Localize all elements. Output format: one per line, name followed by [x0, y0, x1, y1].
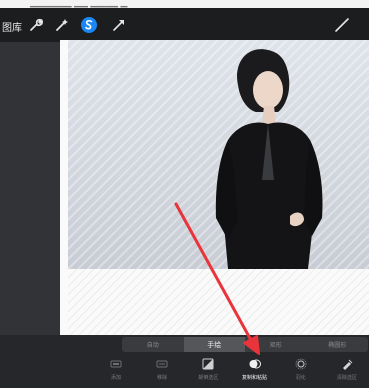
tab-ellipse[interactable]: 椭圆形	[307, 337, 369, 352]
clear-icon	[342, 359, 353, 370]
tab-auto[interactable]: 自动	[122, 337, 184, 352]
magic-wand-icon[interactable]	[53, 16, 71, 34]
brush-icon[interactable]	[333, 16, 351, 34]
selection-toolbar: 自动 手绘 矩形 椭圆形 添加 移除 颠倒选区 复制和粘贴 羽化 清除选区	[0, 335, 369, 388]
remove-button[interactable]: 移除	[140, 355, 184, 388]
tab-freehand[interactable]: 手绘	[183, 337, 245, 352]
invert-icon	[202, 358, 214, 370]
partial-caption: ▁▁▁▁▁▁ ▁▁ ▁▁▁▁ ▁	[30, 0, 128, 7]
transform-arrow-icon[interactable]	[110, 16, 128, 34]
copy-paste-icon	[249, 359, 261, 369]
feather-icon	[295, 358, 307, 370]
top-strip: ▁▁▁▁▁▁ ▁▁ ▁▁▁▁ ▁	[0, 0, 369, 8]
add-icon	[110, 360, 122, 368]
tab-rectangle[interactable]: 矩形	[245, 337, 307, 352]
wrench-icon[interactable]	[27, 16, 45, 34]
clear-button[interactable]: 清除选区	[325, 355, 369, 388]
transparent-area	[68, 269, 369, 336]
feather-button[interactable]: 羽化	[279, 355, 323, 388]
portrait-photo	[68, 40, 369, 269]
selection-s-icon[interactable]	[80, 16, 98, 34]
top-toolbar: 图库	[0, 8, 369, 42]
add-button[interactable]: 添加	[94, 355, 138, 388]
invert-button[interactable]: 颠倒选区	[186, 355, 230, 388]
remove-icon	[156, 360, 168, 368]
document-canvas[interactable]	[60, 40, 369, 336]
gallery-button[interactable]: 图库	[2, 19, 22, 34]
selection-mode-tabs: 自动 手绘 矩形 椭圆形	[122, 337, 368, 352]
copy-paste-button[interactable]: 复制和粘贴	[233, 355, 277, 388]
